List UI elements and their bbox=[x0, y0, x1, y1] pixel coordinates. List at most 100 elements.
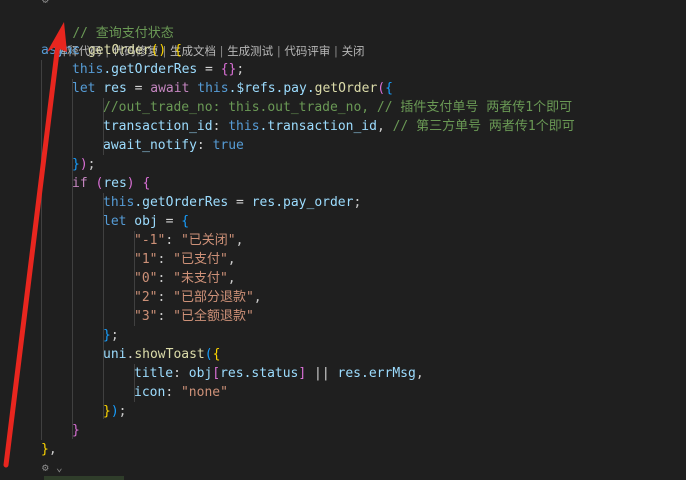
variable-token: res bbox=[103, 176, 127, 191]
code-line: }; bbox=[103, 326, 119, 345]
operator-token: = bbox=[126, 81, 151, 96]
code-line: if (res) { bbox=[72, 174, 150, 193]
code-line: async getOrder() { bbox=[41, 41, 182, 60]
string-token: "已关闭" bbox=[180, 233, 236, 248]
property-token: transaction_id bbox=[103, 119, 213, 134]
punct-token: ; bbox=[87, 157, 96, 172]
codelens-separator: | bbox=[216, 44, 228, 58]
code-line: transaction_id: this.transaction_id, // … bbox=[103, 117, 575, 136]
brace-token: } bbox=[41, 442, 49, 457]
punct-token: ; bbox=[353, 195, 362, 210]
code-line: }); bbox=[72, 155, 95, 174]
string-token: "0" bbox=[134, 271, 158, 286]
function-name-token: getOrder bbox=[314, 81, 378, 96]
keyword-token: this bbox=[228, 119, 260, 134]
code-line: await_notify: true bbox=[103, 136, 244, 155]
property-token: .getOrderRes bbox=[103, 62, 198, 77]
comment-token: //out_trade_no: this.out_trade_no, // 插件… bbox=[103, 100, 573, 115]
punct-token: : bbox=[157, 252, 174, 267]
code-line: uni.showToast({ bbox=[103, 345, 220, 364]
variable-token: uni bbox=[103, 347, 127, 362]
indent-guide bbox=[72, 79, 73, 439]
punct-token: ; bbox=[110, 328, 119, 343]
property-token: .getOrderRes bbox=[134, 195, 229, 210]
operator-token: = bbox=[197, 62, 221, 77]
property-token: .transaction_id bbox=[259, 119, 377, 134]
close-action[interactable]: 关闭 bbox=[342, 44, 365, 58]
code-line: let obj = { bbox=[103, 212, 189, 231]
gear-icon[interactable]: ⚙ bbox=[42, 461, 49, 475]
punct-token: , bbox=[48, 442, 57, 457]
code-line: "-1": "已关闭", bbox=[134, 231, 243, 250]
bracket-token: [ bbox=[212, 366, 221, 381]
keyword-token: let bbox=[103, 214, 127, 229]
punct-token: : bbox=[173, 366, 189, 381]
operator-token: = bbox=[157, 214, 182, 229]
code-line: //out_trade_no: this.out_trade_no, // 插件… bbox=[103, 98, 572, 117]
code-line: "0": "未支付", bbox=[134, 269, 236, 288]
brace-token: { bbox=[385, 81, 393, 96]
keyword-token: if bbox=[72, 176, 88, 191]
variable-token: obj bbox=[126, 214, 158, 229]
code-review-action[interactable]: 代码评审 bbox=[284, 44, 330, 58]
brace-token: } bbox=[103, 404, 111, 419]
code-line: let res = await this.$refs.pay.getOrder(… bbox=[72, 79, 393, 98]
brace-token: { bbox=[212, 347, 221, 362]
code-line: }, bbox=[41, 440, 57, 459]
string-token: "2" bbox=[134, 290, 158, 305]
brace-token: {} bbox=[220, 62, 237, 77]
punct-token: , bbox=[227, 271, 236, 286]
punct-token: : bbox=[157, 309, 174, 324]
punct-token: : bbox=[212, 119, 229, 134]
string-token: "1" bbox=[134, 252, 158, 267]
code-line: }); bbox=[103, 402, 126, 421]
punct-token: : bbox=[157, 290, 174, 305]
function-name-token: getOrder bbox=[80, 43, 151, 58]
keyword-token: async bbox=[41, 43, 81, 58]
comment-token: // 第三方单号 两者传1个即可 bbox=[392, 119, 575, 134]
punct-token: , bbox=[415, 366, 424, 381]
indent-guide bbox=[41, 60, 42, 440]
property-token: res.status bbox=[220, 366, 299, 381]
brace-token: } bbox=[72, 157, 80, 172]
punct-token: , bbox=[235, 233, 244, 248]
punct-token: : bbox=[157, 271, 174, 286]
property-token: icon bbox=[134, 385, 166, 400]
punct-token: : bbox=[165, 385, 181, 400]
keyword-token: this bbox=[72, 62, 104, 77]
punct-token: : bbox=[196, 138, 213, 153]
generate-tests-action[interactable]: 生成测试 bbox=[227, 44, 273, 58]
code-line: "3": "已全额退款" bbox=[134, 307, 254, 326]
string-token: "3" bbox=[134, 309, 158, 324]
punct-token: ; bbox=[236, 62, 245, 77]
property-token: res.pay_order bbox=[251, 195, 354, 210]
punct-token: , bbox=[227, 252, 236, 267]
keyword-token: await bbox=[150, 81, 190, 96]
operator-token: = bbox=[228, 195, 252, 210]
brace-token: { bbox=[142, 176, 151, 191]
string-token: "已部分退款" bbox=[173, 290, 254, 305]
paren-token: ) bbox=[110, 404, 119, 419]
string-token: "已支付" bbox=[173, 252, 228, 267]
punct-token: , bbox=[253, 290, 262, 305]
chevron-down-icon[interactable]: ⌄ bbox=[56, 461, 63, 475]
code-line-comment: // 查询支付状态 bbox=[41, 5, 173, 41]
paren-token: ) bbox=[126, 176, 143, 191]
brace-token: } bbox=[103, 328, 111, 343]
brace-token: { bbox=[181, 214, 190, 229]
paren-token: ( bbox=[377, 81, 386, 96]
variable-token: res bbox=[95, 81, 127, 96]
codelens-bar: 解释代码 | 代码修复 | 生成文档 | 生成测试 | 代码评审 | 关闭 bbox=[41, 24, 365, 58]
string-token: "未支付" bbox=[173, 271, 228, 286]
code-line: title: obj[res.status] || res.errMsg, bbox=[134, 364, 424, 383]
keyword-token: let bbox=[72, 81, 96, 96]
punct-token: , bbox=[376, 119, 393, 134]
codelens-separator: | bbox=[273, 44, 285, 58]
keyword-token: this bbox=[103, 195, 135, 210]
code-line: "1": "已支付", bbox=[134, 250, 236, 269]
operator-token: || bbox=[306, 366, 338, 381]
property-token: .$refs.pay. bbox=[228, 81, 315, 96]
paren-token: ( bbox=[87, 176, 104, 191]
code-editor[interactable]: ⚙ // 查询支付状态 解释代码 | 代码修复 | 生成文档 | 生成测试 | … bbox=[0, 0, 686, 480]
string-token: "-1" bbox=[134, 233, 166, 248]
